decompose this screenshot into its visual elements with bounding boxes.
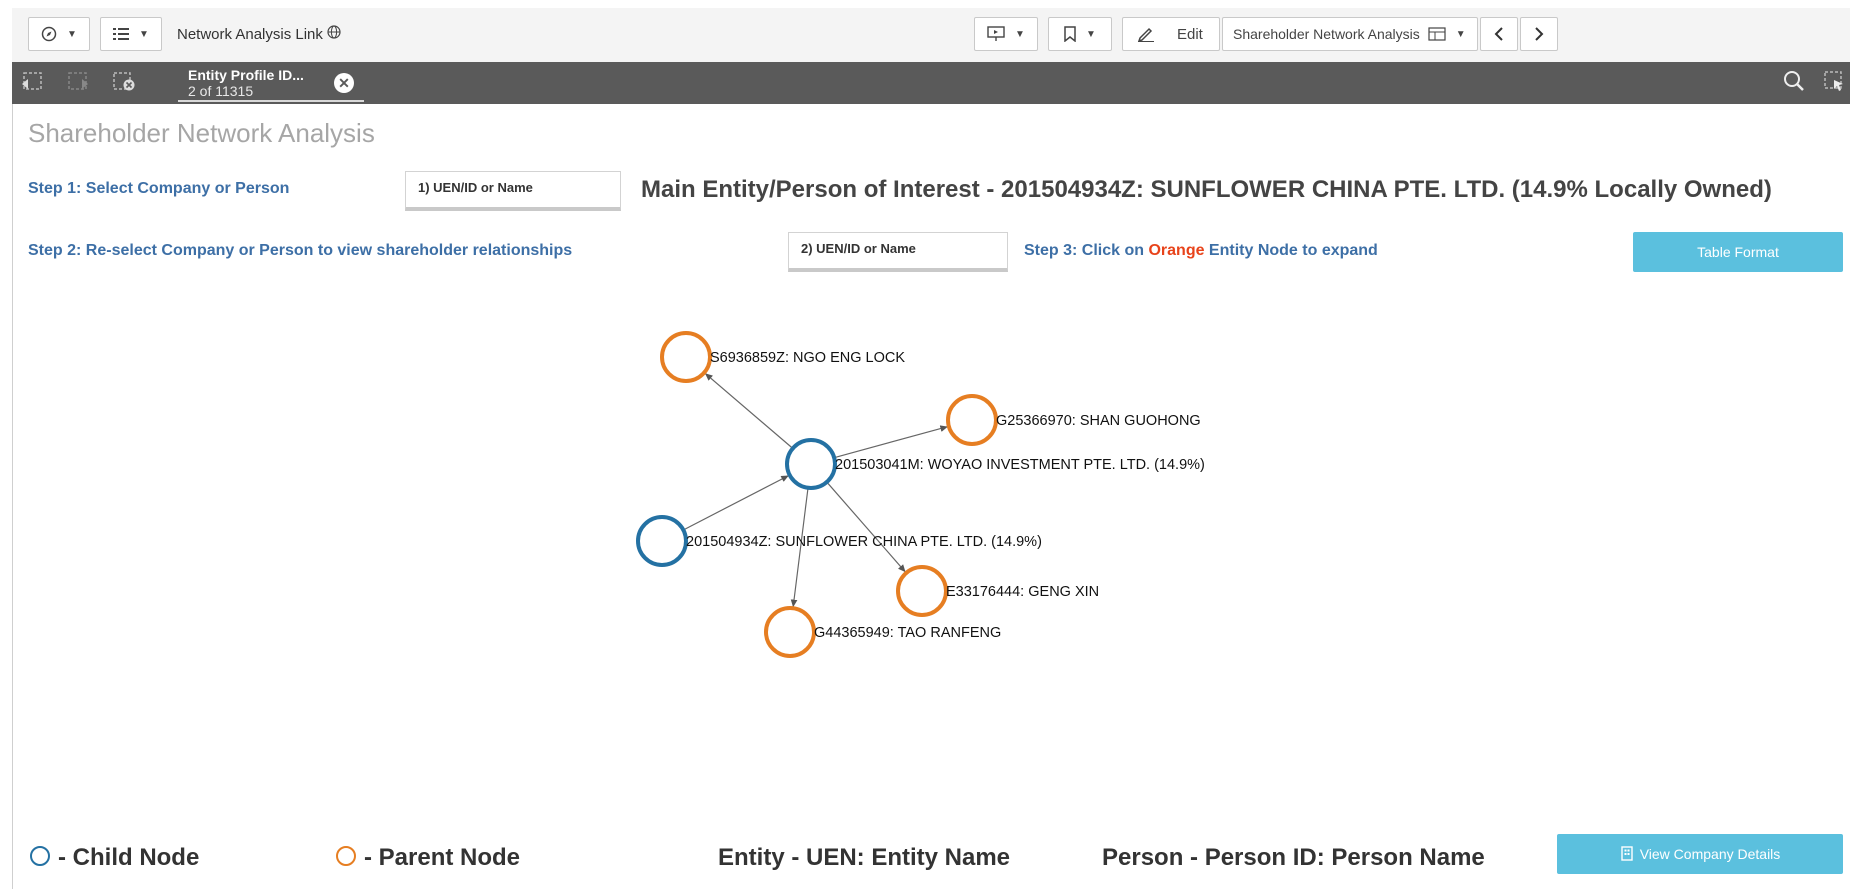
child-node[interactable] xyxy=(785,438,837,490)
node-label: 201503041M: WOYAO INVESTMENT PTE. LTD. (… xyxy=(835,457,1205,473)
node-label: E33176444: GENG XIN xyxy=(946,584,1099,600)
view-company-details-button[interactable]: View Company Details xyxy=(1557,834,1843,874)
view-company-details-label: View Company Details xyxy=(1639,846,1781,862)
node-label: G44365949: TAO RANFENG xyxy=(814,625,1001,641)
network-edge xyxy=(683,474,790,531)
node-label: G25366970: SHAN GUOHONG xyxy=(996,413,1201,429)
node-label: 201504934Z: SUNFLOWER CHINA PTE. LTD. (1… xyxy=(686,534,1042,550)
child-node-legend-icon xyxy=(30,846,50,866)
parent-node[interactable] xyxy=(946,394,998,446)
network-edge xyxy=(833,425,949,459)
network-edge xyxy=(704,372,794,449)
building-icon xyxy=(1620,845,1634,864)
child-node[interactable] xyxy=(636,515,688,567)
parent-node[interactable] xyxy=(896,565,948,617)
parent-node[interactable] xyxy=(764,606,816,658)
parent-node-legend-icon xyxy=(336,846,356,866)
child-node-legend: - Child Node xyxy=(58,844,200,871)
network-edge xyxy=(826,481,906,573)
person-format-legend: Person - Person ID: Person Name xyxy=(1102,844,1485,871)
node-label: S6936859Z: NGO ENG LOCK xyxy=(710,350,905,366)
entity-format-legend: Entity - UEN: Entity Name xyxy=(718,844,1011,871)
parent-node[interactable] xyxy=(660,331,712,383)
network-graph: S6936859Z: NGO ENG LOCK G25366970: SHAN G… xyxy=(636,331,1205,658)
parent-node-legend: - Parent Node xyxy=(364,844,521,871)
